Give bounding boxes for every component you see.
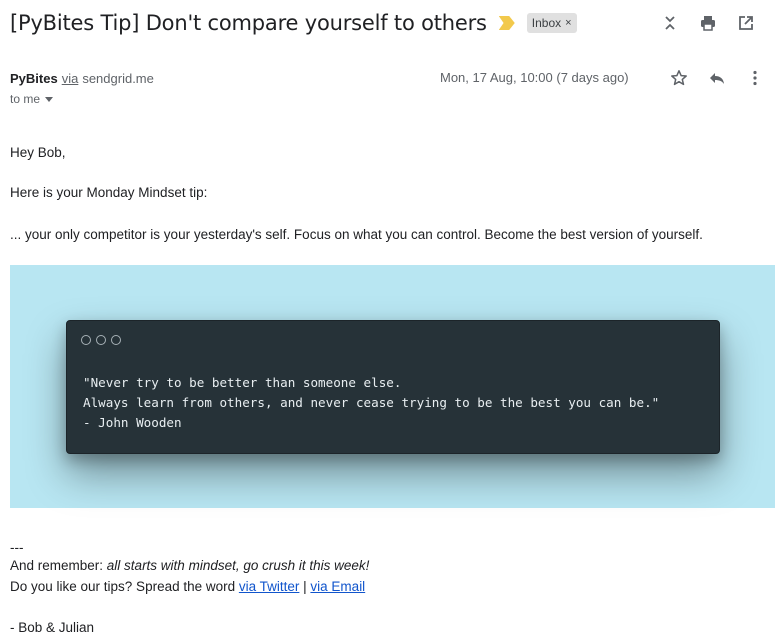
share-separator: | (299, 579, 311, 594)
window-controls (81, 335, 121, 345)
more-vert-icon[interactable] (736, 64, 774, 92)
recipient-details-toggle[interactable]: to me (10, 92, 54, 106)
signature: - Bob & Julian (10, 620, 95, 635)
tip-text: ... your only competitor is your yesterd… (10, 227, 703, 242)
greeting: Hey Bob, (10, 145, 66, 160)
sender-via-link[interactable]: via (62, 71, 79, 86)
expand-collapse-icon[interactable] (651, 8, 689, 38)
recipient-text: to me (10, 92, 41, 106)
reply-icon[interactable] (698, 64, 736, 92)
separator: --- (10, 540, 24, 555)
remember-italic: all starts with mindset, go crush it thi… (106, 558, 370, 573)
subject-header: [PyBites Tip] Don't compare yourself to … (10, 6, 765, 40)
sender-domain: sendgrid.me (82, 70, 154, 86)
quote-line: "Never try to be better than someone els… (83, 375, 402, 390)
importance-marker-icon[interactable] (498, 16, 515, 30)
print-icon[interactable] (689, 8, 727, 38)
window-dot-icon (111, 335, 121, 345)
remember-line: And remember: all starts with mindset, g… (10, 558, 369, 573)
quote-author: - John Wooden (83, 415, 182, 430)
remember-prefix: And remember: (10, 558, 107, 573)
share-email-link[interactable]: via Email (310, 579, 365, 594)
share-twitter-link[interactable]: via Twitter (239, 579, 300, 594)
thread-toolbar (651, 8, 765, 38)
quote-line: Always learn from others, and never ceas… (83, 395, 660, 410)
remove-label-icon[interactable]: × (565, 17, 571, 29)
label-text: Inbox (531, 16, 562, 30)
window-dot-icon (81, 335, 91, 345)
quote-block: "Never try to be better than someone els… (83, 373, 659, 433)
chevron-down-icon (45, 96, 54, 102)
terminal-window: "Never try to be better than someone els… (66, 320, 720, 454)
sender-name[interactable]: PyBites (10, 71, 58, 86)
quote-banner-image: "Never try to be better than someone els… (10, 265, 775, 508)
star-icon[interactable] (660, 64, 698, 92)
window-dot-icon (96, 335, 106, 345)
email-subject: [PyBites Tip] Don't compare yourself to … (10, 11, 487, 35)
intro-text: Here is your Monday Mindset tip: (10, 185, 208, 200)
inbox-label-chip[interactable]: Inbox × (526, 13, 577, 33)
email-date: Mon, 17 Aug, 10:00 (7 days ago) (440, 70, 629, 85)
share-prefix: Do you like our tips? Spread the word (10, 579, 239, 594)
message-actions (660, 64, 774, 92)
open-in-new-window-icon[interactable] (727, 8, 765, 38)
share-line: Do you like our tips? Spread the word vi… (10, 579, 365, 594)
sender-row: PyBites via sendgrid.me (10, 68, 765, 88)
